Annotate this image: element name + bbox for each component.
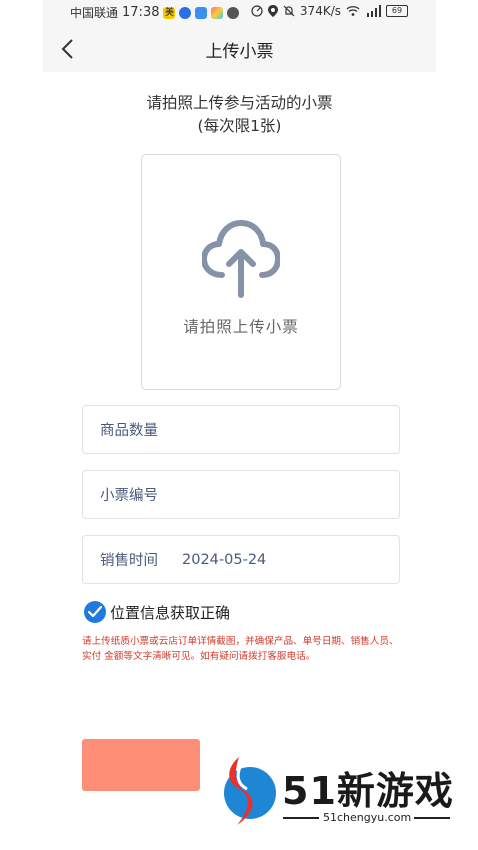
cloud-upload-icon bbox=[202, 220, 280, 298]
battery-icon: 69 bbox=[386, 5, 408, 17]
receipt-number-label: 小票编号 bbox=[100, 488, 158, 504]
sale-time-field[interactable]: 销售时间 2024-05-24 bbox=[82, 535, 400, 584]
app-notification-icon-3 bbox=[211, 6, 224, 19]
watermark-brand: 51新游戏 bbox=[282, 760, 454, 815]
sale-time-label: 销售时间 bbox=[100, 553, 158, 569]
status-left: 中国联通 17:38 美 bbox=[70, 4, 240, 21]
wifi-icon bbox=[346, 6, 360, 16]
submit-button[interactable] bbox=[82, 739, 200, 791]
watermark-line-right bbox=[414, 817, 450, 819]
message-icon bbox=[227, 6, 240, 19]
location-icon bbox=[267, 5, 278, 17]
watermark-brand-text: 新游戏 bbox=[336, 769, 454, 813]
watermark-line-left bbox=[283, 817, 319, 819]
mute-bell-icon bbox=[283, 5, 295, 17]
status-right: 374K/s 69 bbox=[251, 4, 408, 18]
network-speed: 374K/s bbox=[299, 4, 341, 18]
status-bar: 中国联通 17:38 美 374K/s 69 bbox=[43, 0, 436, 24]
watermark-url: 51chengyu.com bbox=[323, 811, 412, 824]
receipt-number-field[interactable]: 小票编号 bbox=[82, 470, 400, 519]
upload-notice: 请上传纸质小票或云店订单详情截图，并确保产品、单号日期、销售人员、实付 金额等文… bbox=[82, 636, 399, 662]
signal-icon bbox=[367, 5, 381, 17]
instruction-line-1: 请拍照上传参与活动的小票 bbox=[146, 94, 333, 112]
page-title: 上传小票 bbox=[205, 42, 274, 62]
quantity-label: 商品数量 bbox=[100, 423, 158, 439]
upload-receipt-area[interactable]: 请拍照上传小票 bbox=[141, 154, 341, 390]
upload-label: 请拍照上传小票 bbox=[183, 318, 299, 336]
checkmark-icon bbox=[88, 606, 102, 618]
app-notification-icon bbox=[179, 6, 192, 19]
quantity-field[interactable]: 商品数量 bbox=[82, 405, 400, 454]
instruction-line-2: (每次限1张) bbox=[197, 117, 282, 135]
site-logo-icon bbox=[224, 757, 276, 825]
nav-header: 上传小票 bbox=[43, 28, 436, 70]
clock: 17:38 bbox=[122, 5, 160, 20]
app-notification-icon-2 bbox=[195, 6, 208, 19]
speedometer-icon bbox=[251, 5, 263, 17]
meituan-notification-icon: 美 bbox=[163, 6, 176, 19]
sale-time-value: 2024-05-24 bbox=[182, 551, 267, 568]
location-check-label: 位置信息获取正确 bbox=[110, 604, 231, 622]
watermark-brand-number: 51 bbox=[282, 769, 337, 813]
location-checkbox[interactable] bbox=[84, 601, 106, 623]
carrier-label: 中国联通 bbox=[70, 6, 119, 20]
